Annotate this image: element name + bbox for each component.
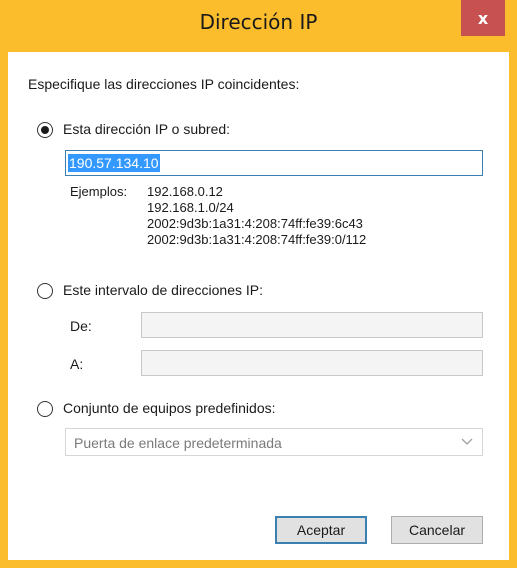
dialog-window: Dirección IP x Especifique las direccion… bbox=[0, 0, 517, 568]
examples-label: Ejemplos: bbox=[70, 184, 128, 199]
radio-selected-dot bbox=[41, 126, 49, 134]
cancel-button[interactable]: Cancelar bbox=[391, 516, 483, 544]
example-item: 2002:9d3b:1a31:4:208:74ff:fe39:6c43 bbox=[147, 216, 363, 231]
close-button[interactable]: x bbox=[461, 0, 505, 36]
radio-single-ip-label[interactable]: Esta dirección IP o subred: bbox=[63, 121, 230, 137]
range-from-label: De: bbox=[70, 318, 92, 334]
example-item: 192.168.0.12 bbox=[147, 184, 223, 199]
chevron-down-icon bbox=[461, 438, 473, 445]
ip-address-input[interactable]: 190.57.134.10 bbox=[65, 150, 483, 176]
predefined-set-combo[interactable]: Puerta de enlace predeterminada bbox=[65, 428, 483, 456]
instruction-text: Especifique las direcciones IP coinciden… bbox=[28, 76, 300, 92]
range-to-label: A: bbox=[70, 356, 84, 372]
close-icon: x bbox=[477, 8, 489, 28]
range-to-input[interactable] bbox=[141, 350, 483, 376]
ip-address-value: 190.57.134.10 bbox=[68, 154, 160, 172]
example-item: 192.168.1.0/24 bbox=[147, 200, 234, 215]
cancel-button-label: Cancelar bbox=[408, 522, 466, 538]
combo-selected-value: Puerta de enlace predeterminada bbox=[74, 435, 282, 451]
example-item: 2002:9d3b:1a31:4:208:74ff:fe39:0/112 bbox=[147, 232, 367, 247]
radio-predefined-set[interactable] bbox=[37, 401, 53, 417]
radio-ip-range[interactable] bbox=[37, 283, 53, 299]
radio-predefined-set-label[interactable]: Conjunto de equipos predefinidos: bbox=[63, 400, 276, 416]
ok-button[interactable]: Aceptar bbox=[275, 516, 367, 544]
dialog-body: Especifique las direcciones IP coinciden… bbox=[8, 52, 509, 560]
ok-button-label: Aceptar bbox=[296, 522, 346, 538]
title-bar[interactable]: Dirección IP x bbox=[8, 0, 509, 52]
radio-ip-range-label[interactable]: Este intervalo de direcciones IP: bbox=[63, 282, 263, 298]
range-from-input[interactable] bbox=[141, 312, 483, 338]
radio-single-ip[interactable] bbox=[37, 122, 53, 138]
window-title: Dirección IP bbox=[199, 10, 318, 34]
